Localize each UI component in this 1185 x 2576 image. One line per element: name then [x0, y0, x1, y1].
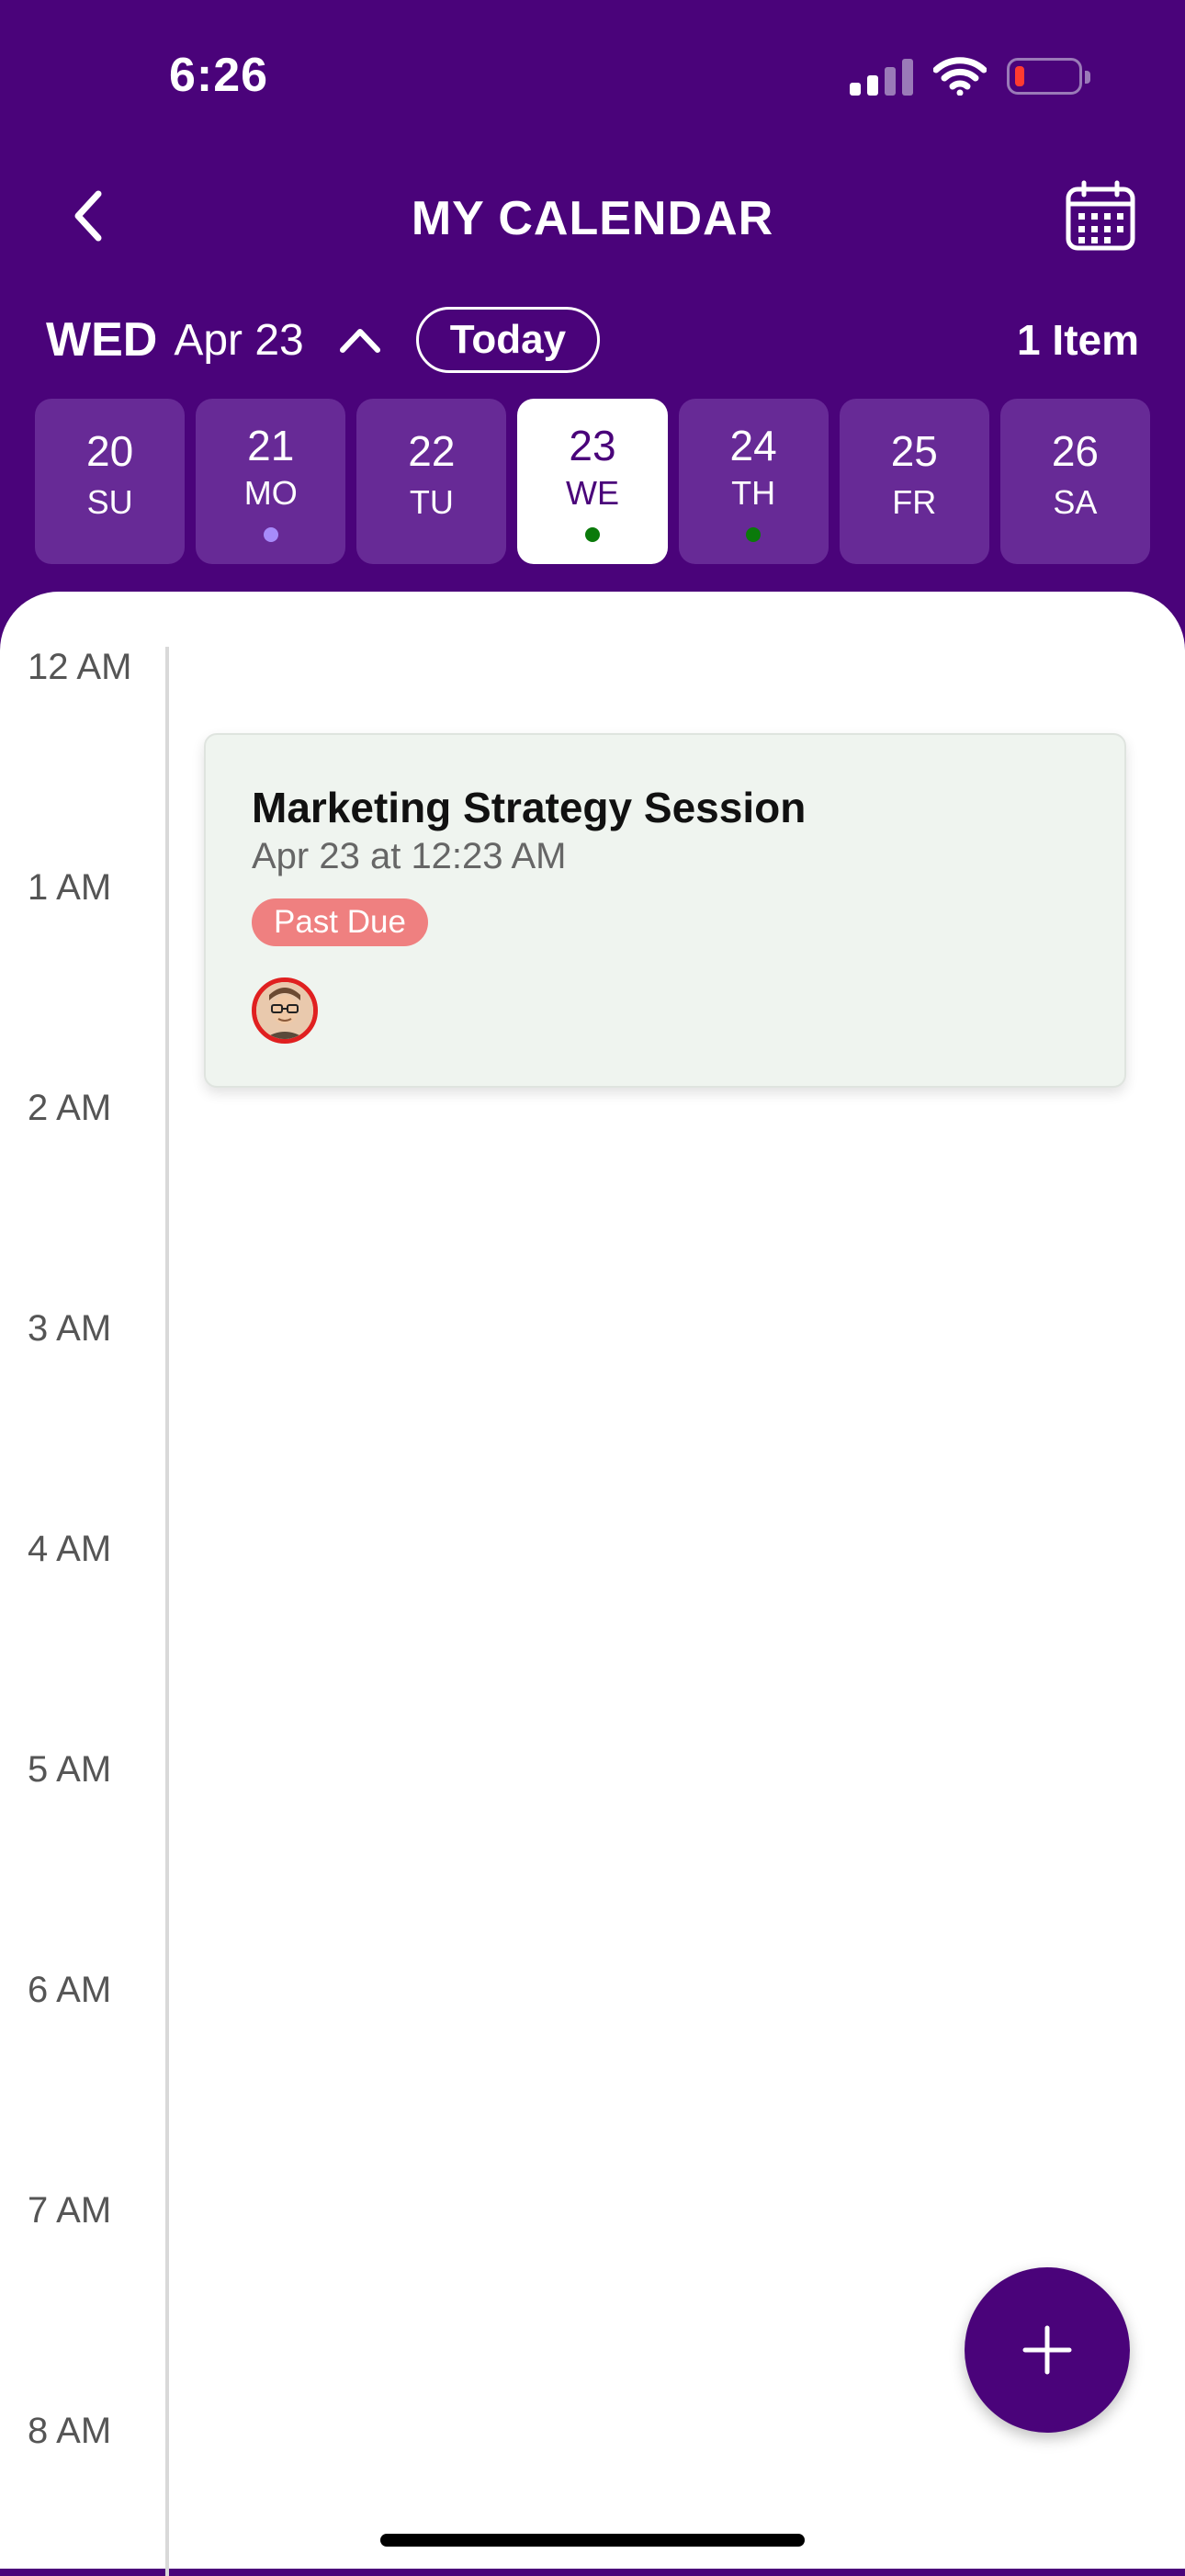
- hour-label: 7 AM: [28, 2190, 112, 2231]
- day-abbr: TH: [731, 474, 776, 512]
- home-indicator[interactable]: [380, 2534, 805, 2547]
- item-count: 1 Item: [1017, 316, 1139, 364]
- collapse-week-button[interactable]: [337, 317, 383, 363]
- person-avatar-icon: [256, 982, 313, 1039]
- day-abbr: TU: [409, 483, 454, 521]
- day-number: 20: [85, 427, 134, 475]
- day-number: 23: [569, 422, 616, 469]
- status-time: 6:26: [169, 49, 269, 102]
- battery-icon: [1007, 58, 1090, 95]
- hour-label: 1 AM: [28, 867, 112, 908]
- event-card[interactable]: Marketing Strategy Session Apr 23 at 12:…: [204, 733, 1126, 1088]
- event-dot: [746, 527, 762, 542]
- page-title: MY CALENDAR: [411, 192, 774, 245]
- hour-label: 5 AM: [28, 1749, 112, 1790]
- hour-label: 3 AM: [28, 1308, 112, 1349]
- hour-label: 2 AM: [28, 1088, 112, 1128]
- date-row: WED Apr 23 Today 1 Item: [46, 303, 1139, 377]
- day-number: 24: [729, 422, 777, 469]
- day-number: 25: [890, 427, 938, 475]
- avatar[interactable]: [252, 977, 318, 1044]
- day-abbr: SA: [1053, 483, 1098, 521]
- day-cell[interactable]: 21 MO: [196, 399, 346, 564]
- hour-label: 6 AM: [28, 1970, 112, 2010]
- selected-day-of-week: WED: [46, 313, 158, 367]
- event-title: Marketing Strategy Session: [252, 784, 807, 831]
- calendar-view-button[interactable]: [1064, 180, 1137, 254]
- day-number: 21: [247, 422, 295, 469]
- day-number: 22: [408, 427, 456, 475]
- hour-label: 8 AM: [28, 2411, 112, 2451]
- day-cell[interactable]: 20 SU: [35, 399, 186, 564]
- day-abbr: WE: [565, 474, 619, 512]
- timeline-divider: [165, 647, 169, 2576]
- day-cell[interactable]: 22 TU: [356, 399, 507, 564]
- event-dot: [584, 527, 600, 542]
- day-cell[interactable]: 25 FR: [839, 399, 989, 564]
- status-badge: Past Due: [252, 898, 428, 946]
- day-abbr: MO: [243, 474, 298, 512]
- day-cell[interactable]: 26 SA: [999, 399, 1150, 564]
- plus-icon: [1022, 2325, 1072, 2375]
- day-number: 26: [1051, 427, 1099, 475]
- today-button[interactable]: Today: [415, 307, 601, 373]
- week-strip: 20 SU 21 MO 22 TU 23 WE 24 TH 25 FR 26 S…: [35, 399, 1150, 564]
- day-abbr: FR: [892, 483, 937, 521]
- day-cell-selected[interactable]: 23 WE: [517, 399, 668, 564]
- chevron-up-icon: [339, 329, 380, 353]
- day-timeline[interactable]: 12 AM 1 AM 2 AM 3 AM 4 AM 5 AM 6 AM 7 AM…: [0, 592, 1185, 2576]
- wifi-icon: [933, 57, 987, 96]
- event-time: Apr 23 at 12:23 AM: [252, 836, 567, 876]
- app-header: MY CALENDAR: [0, 175, 1185, 257]
- status-icons: [850, 57, 1090, 96]
- hour-label: 4 AM: [28, 1529, 112, 1569]
- day-abbr: SU: [86, 483, 133, 521]
- calendar-grid-icon: [1066, 180, 1135, 251]
- add-event-button[interactable]: [965, 2267, 1130, 2433]
- hour-label: 12 AM: [28, 647, 132, 687]
- day-cell[interactable]: 24 TH: [678, 399, 829, 564]
- cellular-signal-icon: [850, 57, 913, 96]
- event-dot: [263, 527, 278, 542]
- selected-date: Apr 23: [174, 315, 304, 365]
